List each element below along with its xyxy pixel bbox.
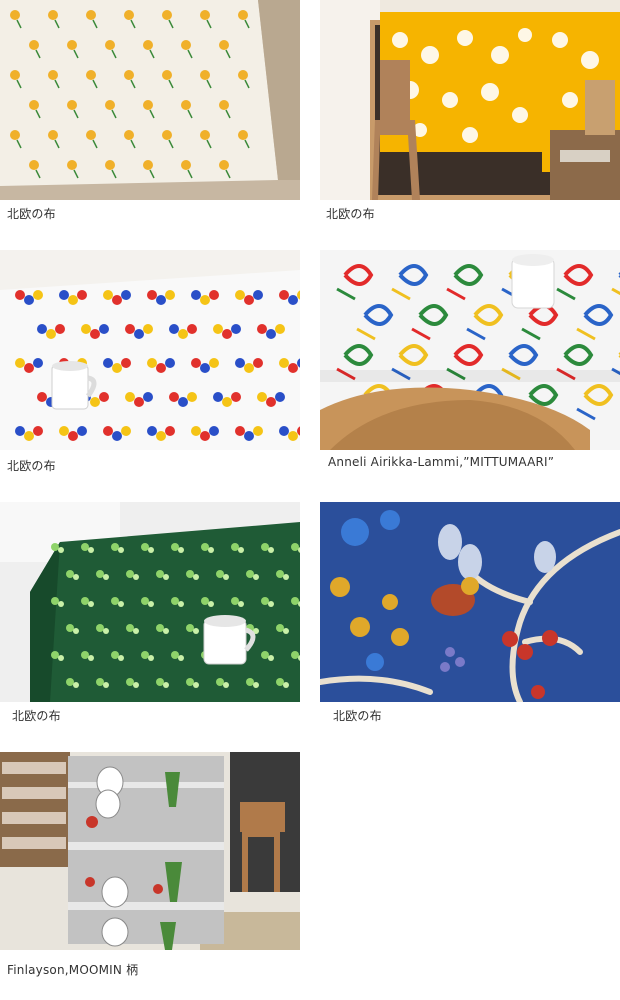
caption-4: Anneli Airikka-Lammi,”MITTUMAARI”: [328, 455, 555, 469]
caption-3: 北欧の布: [7, 459, 56, 473]
photo-blue-bird-fabric: [320, 502, 620, 702]
photo-yellow-curtain-shelf: [320, 0, 620, 200]
photo-moomin-fabric: [0, 752, 300, 950]
caption-7: Finlayson,MOOMIN 柄: [7, 963, 139, 977]
caption-1: 北欧の布: [7, 207, 56, 221]
caption-2: 北欧の布: [326, 207, 375, 221]
photo-yellow-dot-fabric: [0, 0, 300, 200]
photo-flower-tablecloth: [0, 250, 300, 450]
photo-green-tablecloth: [0, 502, 300, 702]
caption-5: 北欧の布: [12, 709, 61, 723]
photo-mittumaari-fabric: [320, 250, 620, 450]
caption-6: 北欧の布: [333, 709, 382, 723]
